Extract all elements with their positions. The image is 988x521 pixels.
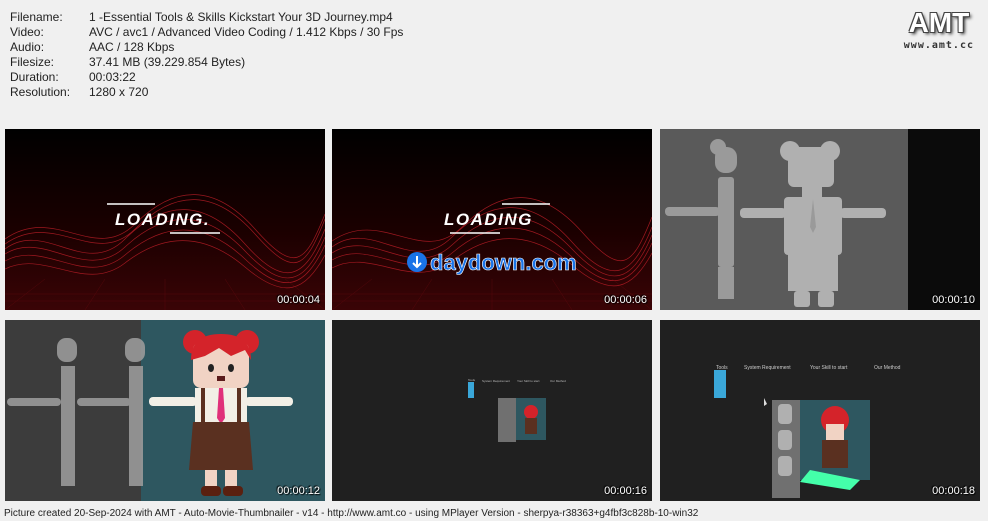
thumbnail-grid: LOADING. 00:00:04 LOADING daydown.com 00… xyxy=(5,129,983,501)
info-key: Resolution: xyxy=(10,85,71,99)
gray-model-preview xyxy=(498,398,516,442)
info-row-audio: Audio: AAC / 128 Kbps xyxy=(10,40,403,55)
menu-your-skill: Your Skill to start xyxy=(517,379,540,383)
loading-wave-frame: LOADING. xyxy=(5,129,325,310)
textured-model-frame xyxy=(5,320,325,501)
menu-tools: Tools xyxy=(716,365,728,371)
info-value: AVC / avc1 / Advanced Video Coding / 1.4… xyxy=(89,25,404,39)
info-value: 1 -Essential Tools & Skills Kickstart Yo… xyxy=(89,10,393,24)
timestamp: 00:00:12 xyxy=(277,485,320,497)
menu-our-method: Our Method xyxy=(550,379,566,383)
tools-panel xyxy=(714,370,726,398)
info-key: Video: xyxy=(10,25,44,39)
menu-tools: Tools xyxy=(468,378,476,382)
file-info: Filename: 1 -Essential Tools & Skills Ki… xyxy=(10,10,403,100)
info-row-video: Video: AVC / avc1 / Advanced Video Codin… xyxy=(10,25,403,40)
logo-main-text: AMT xyxy=(908,7,970,38)
loading-text: LOADING. xyxy=(115,210,210,229)
footer-credit: Picture created 20-Sep-2024 with AMT - A… xyxy=(4,508,699,519)
timestamp: 00:00:18 xyxy=(932,485,975,497)
info-value: 00:03:22 xyxy=(89,70,136,84)
dark-ui-frame: Tools System Requirement Your Skill to s… xyxy=(660,320,980,501)
timestamp: 00:00:10 xyxy=(932,294,975,306)
timestamp: 00:00:16 xyxy=(604,485,647,497)
thumbnail-2[interactable]: LOADING daydown.com 00:00:06 xyxy=(332,129,652,310)
gray-model-frame xyxy=(660,129,980,310)
info-key: Audio: xyxy=(10,40,45,54)
info-row-duration: Duration: 00:03:22 xyxy=(10,70,403,85)
loading-text: LOADING xyxy=(444,210,533,229)
thumbnail-1[interactable]: LOADING. 00:00:04 xyxy=(5,129,325,310)
info-value: 37.41 MB (39.229.854 Bytes) xyxy=(89,55,246,69)
info-key: Duration: xyxy=(10,70,59,84)
thumbnail-5[interactable]: Tools System Requirement Your Skill to s… xyxy=(332,320,652,501)
loading-wave-frame: LOADING daydown.com xyxy=(332,129,652,310)
menu-system-requirement: System Requirement xyxy=(744,365,791,371)
info-row-resolution: Resolution: 1280 x 720 xyxy=(10,85,403,100)
menu-system-requirement: System Requirement xyxy=(482,379,510,383)
menu-your-skill: Your Skill to start xyxy=(810,365,848,371)
info-value: 1280 x 720 xyxy=(89,85,149,99)
thumbnail-3[interactable]: 00:00:10 xyxy=(660,129,980,310)
info-row-filesize: Filesize: 37.41 MB (39.229.854 Bytes) xyxy=(10,55,403,70)
thumbnail-4[interactable]: 00:00:12 xyxy=(5,320,325,501)
logo-url-text: www.amt.cc xyxy=(903,40,974,51)
daydown-logo-icon xyxy=(407,252,427,272)
timestamp: 00:00:06 xyxy=(604,294,647,306)
dark-ui-frame: Tools System Requirement Your Skill to s… xyxy=(332,320,652,501)
brand-watermark: daydown.com xyxy=(430,250,577,275)
tools-panel xyxy=(468,382,474,398)
info-key: Filesize: xyxy=(10,55,55,69)
info-row-filename: Filename: 1 -Essential Tools & Skills Ki… xyxy=(10,10,403,25)
info-key: Filename: xyxy=(10,10,63,24)
info-value: AAC / 128 Kbps xyxy=(89,40,175,54)
menu-our-method: Our Method xyxy=(874,365,901,371)
amt-logo: AMT www.amt.cc xyxy=(903,7,974,52)
thumbnail-6[interactable]: Tools System Requirement Your Skill to s… xyxy=(660,320,980,501)
timestamp: 00:00:04 xyxy=(277,294,320,306)
